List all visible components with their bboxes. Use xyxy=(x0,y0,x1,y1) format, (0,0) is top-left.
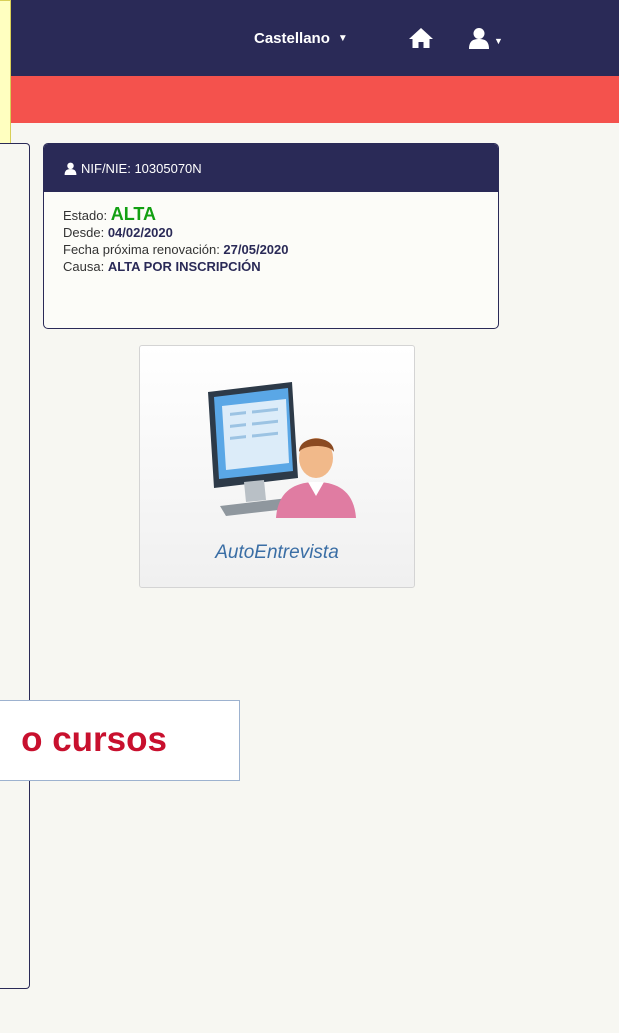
courses-banner[interactable]: o cursos xyxy=(0,700,240,781)
causa-row: Causa: ALTA POR INSCRIPCIÓN xyxy=(63,258,498,275)
causa-value: ALTA POR INSCRIPCIÓN xyxy=(107,259,261,274)
nif-label: NIF/NIE: 10305070N xyxy=(81,160,202,176)
card-header: NIF/NIE: 10305070N xyxy=(44,144,498,192)
renovacion-label: Fecha próxima renovación: xyxy=(63,242,224,257)
desde-row: Desde: 04/02/2020 xyxy=(63,224,498,241)
home-icon[interactable] xyxy=(408,27,434,49)
autoentrevista-tile[interactable]: AutoEntrevista xyxy=(139,345,415,588)
user-chevron-down-icon[interactable]: ▼ xyxy=(494,36,503,46)
user-icon[interactable] xyxy=(468,27,490,49)
user-icon xyxy=(64,162,77,175)
language-label: Castellano xyxy=(254,30,330,47)
card-body: Estado: ALTA Desde: 04/02/2020 Fecha pró… xyxy=(44,192,498,275)
status-card: NIF/NIE: 10305070N Estado: ALTA Desde: 0… xyxy=(43,143,499,329)
desde-label: Desde: xyxy=(63,225,108,240)
language-dropdown[interactable]: Castellano ▼ xyxy=(254,30,348,47)
causa-label: Causa: xyxy=(63,259,108,274)
renovacion-row: Fecha próxima renovación: 27/05/2020 xyxy=(63,241,498,258)
computer-user-icon xyxy=(208,382,356,518)
chevron-down-icon: ▼ xyxy=(337,33,348,44)
estado-label: Estado: xyxy=(63,208,111,223)
courses-banner-text: o cursos xyxy=(21,720,167,759)
left-content-panel xyxy=(0,143,30,989)
autoentrevista-label: AutoEntrevista xyxy=(215,542,339,563)
estado-row: Estado: ALTA xyxy=(63,204,498,224)
renovacion-value: 27/05/2020 xyxy=(223,242,289,257)
desde-value: 04/02/2020 xyxy=(107,225,173,240)
red-subheader-bar xyxy=(0,76,619,123)
estado-value: ALTA xyxy=(110,204,157,224)
